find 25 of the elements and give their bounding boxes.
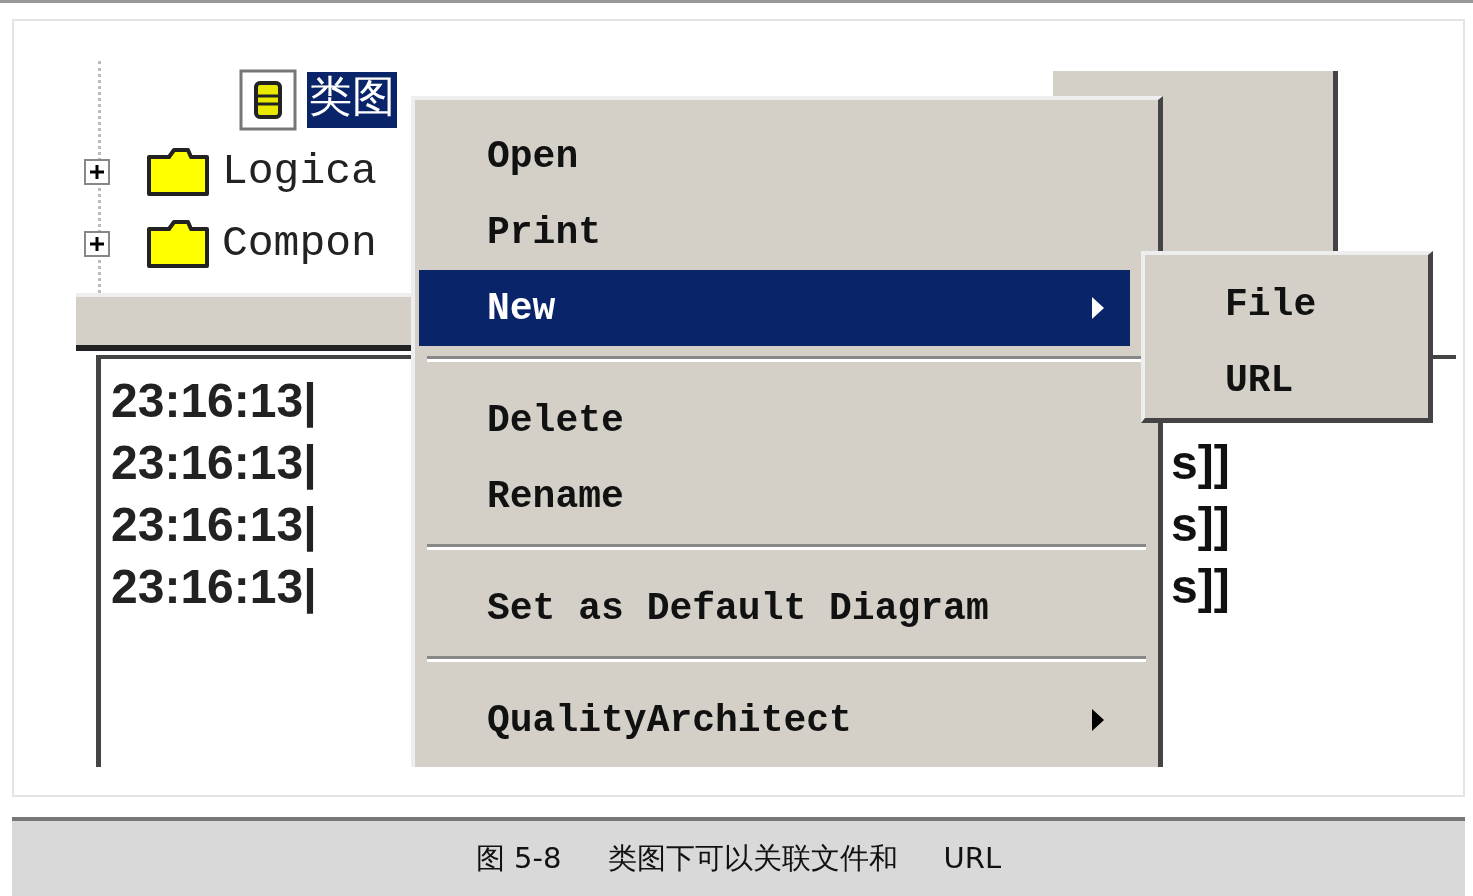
folder-icon [146, 147, 210, 197]
log-text: s]] [1171, 496, 1230, 552]
menu-item[interactable]: New [419, 270, 1130, 346]
menu-item[interactable]: Print [419, 194, 1130, 270]
menu-item[interactable]: QualityArchitect [419, 682, 1130, 758]
menu-item[interactable]: File [1225, 267, 1428, 343]
menu-item[interactable]: Open [419, 118, 1130, 194]
folder-icon [146, 219, 210, 269]
menu-item[interactable]: Rename [419, 458, 1130, 534]
figure-caption: 图 5-8 类图下可以关联文件和 URL [12, 817, 1465, 896]
expand-toggle[interactable] [84, 159, 110, 185]
menu-item[interactable]: Set as Default Diagram [419, 570, 1130, 646]
log-text: s]] [1171, 558, 1230, 614]
log-time: 23:16:13| [111, 496, 318, 552]
menu-item[interactable]: Delete [419, 382, 1130, 458]
log-time: 23:16:13| [111, 434, 318, 490]
tree-item[interactable]: Logica [220, 144, 379, 200]
log-time: 23:16:13| [111, 558, 318, 614]
tree-item[interactable]: 类图 [307, 72, 397, 128]
log-text: s]] [1171, 434, 1230, 490]
tree-item[interactable]: Compon [220, 216, 379, 272]
class-diagram-icon [239, 69, 297, 131]
expand-toggle[interactable] [84, 231, 110, 257]
menu-item[interactable]: URL [1225, 343, 1428, 419]
log-time: 23:16:13| [111, 372, 318, 428]
